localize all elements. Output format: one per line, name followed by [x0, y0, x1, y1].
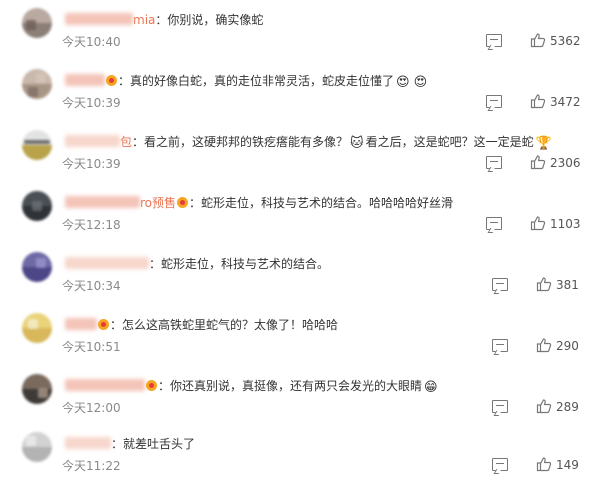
- comment-line: ：就差吐舌头了: [65, 436, 195, 452]
- comment-text: 蛇形走位，科技与艺术的结合。哈哈哈哈好丝滑: [201, 196, 454, 210]
- username-redacted[interactable]: [65, 135, 120, 147]
- username[interactable]: mia: [133, 13, 155, 27]
- comment-icon[interactable]: [486, 217, 502, 230]
- thumbs-up-icon[interactable]: [530, 215, 546, 231]
- thumbs-up-icon[interactable]: [530, 32, 546, 48]
- comment-text: 怎么这高铁蛇里蛇气的？太像了！哈哈哈: [122, 318, 339, 332]
- comment-line: ro预售 ：蛇形走位，科技与艺术的结合。哈哈哈哈好丝滑: [65, 195, 453, 211]
- emoji-grin-icon: 😁: [424, 380, 438, 395]
- thumbs-up-icon[interactable]: [536, 398, 552, 414]
- username[interactable]: ro预售: [140, 196, 176, 210]
- timestamp: 今天10:40: [62, 35, 121, 49]
- comment-item: ：就差吐舌头了 今天11:22 149: [0, 424, 600, 485]
- comment-text: 就差吐舌头了: [123, 437, 196, 451]
- emoji-trophy-icon: 🏆: [535, 136, 552, 151]
- username-redacted[interactable]: [65, 379, 145, 391]
- like-count: 381: [556, 278, 579, 292]
- timestamp: 今天10:51: [62, 340, 121, 354]
- comment-icon[interactable]: [492, 278, 508, 291]
- comment-line: mia：你别说，确实像蛇: [65, 12, 263, 28]
- emoji-heart-eyes-icon: 😍: [413, 75, 428, 90]
- comment-text: 真的好像白蛇，真的走位非常灵活，蛇皮走位懂了: [130, 74, 395, 88]
- comment-text: 你还真别说，真挺像，还有两只会发光的大眼睛: [170, 379, 423, 393]
- avatar[interactable]: [22, 252, 52, 282]
- vip-badge-icon: [146, 380, 157, 391]
- comment-list: mia：你别说，确实像蛇 今天10:40 5362 ：真的好像白蛇，真的走位非常…: [0, 0, 600, 485]
- comment-item: ro预售 ：蛇形走位，科技与艺术的结合。哈哈哈哈好丝滑 今天12:18 1103: [0, 183, 600, 244]
- emoji-heart-eyes-icon: 😍: [396, 75, 410, 90]
- comment-line: ：真的好像白蛇，真的走位非常灵活，蛇皮走位懂了 😍 😍: [65, 73, 429, 91]
- comment-item: mia：你别说，确实像蛇 今天10:40 5362: [0, 0, 600, 61]
- avatar[interactable]: [22, 191, 52, 221]
- comment-line: ：你还真别说，真挺像，还有两只会发光的大眼睛 😁: [65, 378, 440, 396]
- comment-line: ：蛇形走位，科技与艺术的结合。: [65, 256, 329, 272]
- username[interactable]: 包: [120, 135, 132, 149]
- vip-badge-icon: [106, 75, 117, 86]
- timestamp: 今天11:22: [62, 459, 121, 473]
- avatar[interactable]: [22, 313, 52, 343]
- timestamp: 今天12:00: [62, 401, 121, 415]
- comment-item: 包：看之前，这硬邦邦的铁疙瘩能有多像？ 🐱 看之后，这是蛇吧？这一定是蛇 🏆 今天10…: [0, 122, 600, 183]
- like-count: 149: [556, 458, 579, 472]
- like-count: 2306: [550, 156, 581, 170]
- comment-icon[interactable]: [486, 95, 502, 108]
- comment-text: 你别说，确实像蛇: [167, 13, 264, 27]
- comment-item: ：真的好像白蛇，真的走位非常灵活，蛇皮走位懂了 😍 😍 今天10:39 3472: [0, 61, 600, 122]
- comment-line: ：怎么这高铁蛇里蛇气的？太像了！哈哈哈: [65, 317, 338, 333]
- thumbs-up-icon[interactable]: [536, 337, 552, 353]
- comment-icon[interactable]: [486, 156, 502, 169]
- avatar[interactable]: [22, 374, 52, 404]
- vip-badge-icon: [98, 319, 109, 330]
- comment-text-continued: 看之后，这是蛇吧？这一定是蛇: [365, 135, 534, 149]
- thumbs-up-icon[interactable]: [530, 93, 546, 109]
- timestamp: 今天10:39: [62, 96, 121, 110]
- comment-line: 包：看之前，这硬邦邦的铁疙瘩能有多像？ 🐱 看之后，这是蛇吧？这一定是蛇 🏆: [65, 134, 554, 152]
- thumbs-up-icon[interactable]: [536, 456, 552, 472]
- comment-item: ：蛇形走位，科技与艺术的结合。 今天10:34 381: [0, 244, 600, 305]
- thumbs-up-icon[interactable]: [536, 276, 552, 292]
- avatar[interactable]: [22, 432, 52, 462]
- avatar[interactable]: [22, 8, 52, 38]
- like-count: 3472: [550, 95, 581, 109]
- like-count: 290: [556, 339, 579, 353]
- comment-text: 看之前，这硬邦邦的铁疙瘩能有多像？: [144, 135, 349, 149]
- thumbs-up-icon[interactable]: [530, 154, 546, 170]
- username-redacted[interactable]: [65, 196, 140, 208]
- like-count: 5362: [550, 34, 581, 48]
- emoji-cat-icon: 🐱: [350, 136, 364, 151]
- username-redacted[interactable]: [65, 437, 111, 449]
- avatar[interactable]: [22, 69, 52, 99]
- timestamp: 今天10:34: [62, 279, 121, 293]
- comment-icon[interactable]: [492, 458, 508, 471]
- username-redacted[interactable]: [65, 13, 133, 25]
- comment-item: ：怎么这高铁蛇里蛇气的？太像了！哈哈哈 今天10:51 290: [0, 305, 600, 366]
- vip-badge-icon: [177, 197, 189, 208]
- comment-text: 蛇形走位，科技与艺术的结合。: [161, 257, 330, 271]
- comment-icon[interactable]: [492, 400, 508, 413]
- timestamp: 今天10:39: [62, 157, 121, 171]
- username-redacted[interactable]: [65, 74, 105, 86]
- username-redacted[interactable]: [65, 318, 97, 330]
- like-count: 289: [556, 400, 579, 414]
- comment-icon[interactable]: [492, 339, 508, 352]
- comment-icon[interactable]: [486, 34, 502, 47]
- timestamp: 今天12:18: [62, 218, 121, 232]
- username-redacted[interactable]: [65, 257, 149, 269]
- comment-item: ：你还真别说，真挺像，还有两只会发光的大眼睛 😁 今天12:00 289: [0, 366, 600, 427]
- avatar[interactable]: [22, 130, 52, 160]
- like-count: 1103: [550, 217, 581, 231]
